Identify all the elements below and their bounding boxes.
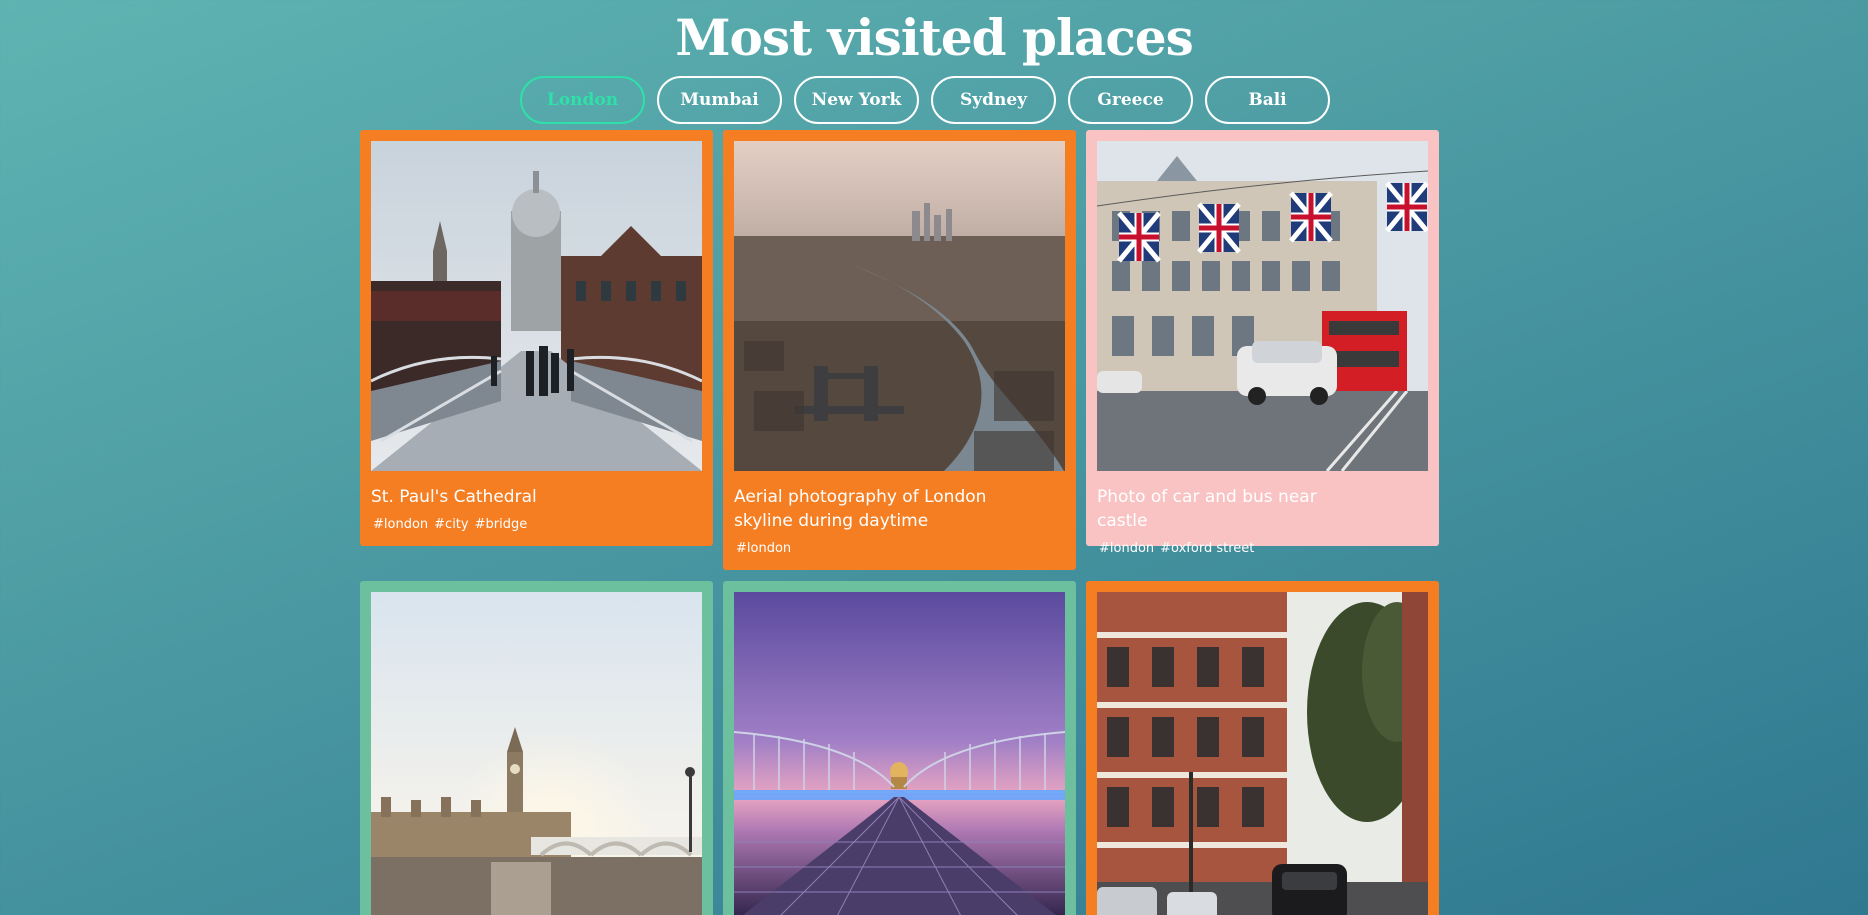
card-tag[interactable]: #london [373, 517, 428, 532]
place-card[interactable] [723, 581, 1076, 915]
page-title: Most visited places [675, 8, 1194, 67]
filter-bar: London Mumbai New York Sydney Greece Bal… [520, 76, 1330, 124]
card-title: Aerial photography of London skyline dur… [734, 487, 987, 531]
place-card[interactable] [360, 581, 713, 915]
card-tag[interactable]: #bridge [475, 517, 528, 532]
card-tag[interactable]: #city [434, 517, 468, 532]
card-photo[interactable] [1097, 141, 1428, 471]
card-photo[interactable] [734, 141, 1065, 471]
filter-london-button[interactable]: London [520, 76, 645, 124]
place-card[interactable] [1086, 581, 1439, 915]
card-title: St. Paul's Cathedral [371, 487, 537, 507]
card-tags: #london #oxford street [1097, 541, 1428, 556]
card-tags: #london #city #bridge [371, 517, 702, 532]
card-title: Photo of car and bus near castle [1097, 487, 1317, 531]
card-photo[interactable] [371, 592, 702, 915]
filter-sydney-button[interactable]: Sydney [931, 76, 1056, 124]
card-photo[interactable] [1097, 592, 1428, 915]
place-card[interactable]: St. Paul's Cathedral #london #city #brid… [360, 130, 713, 546]
card-tags: #london [734, 541, 1065, 556]
filter-mumbai-button[interactable]: Mumbai [657, 76, 782, 124]
filter-bali-button[interactable]: Bali [1205, 76, 1330, 124]
place-card[interactable]: Aerial photography of London skyline dur… [723, 130, 1076, 570]
filter-greece-button[interactable]: Greece [1068, 76, 1193, 124]
card-tag[interactable]: #london [1099, 541, 1154, 556]
card-tag[interactable]: #oxford street [1160, 541, 1254, 556]
filter-new-york-button[interactable]: New York [794, 76, 919, 124]
card-photo[interactable] [371, 141, 702, 471]
card-tag[interactable]: #london [736, 541, 791, 556]
card-photo[interactable] [734, 592, 1065, 915]
place-card[interactable]: Photo of car and bus near castle #london… [1086, 130, 1439, 556]
